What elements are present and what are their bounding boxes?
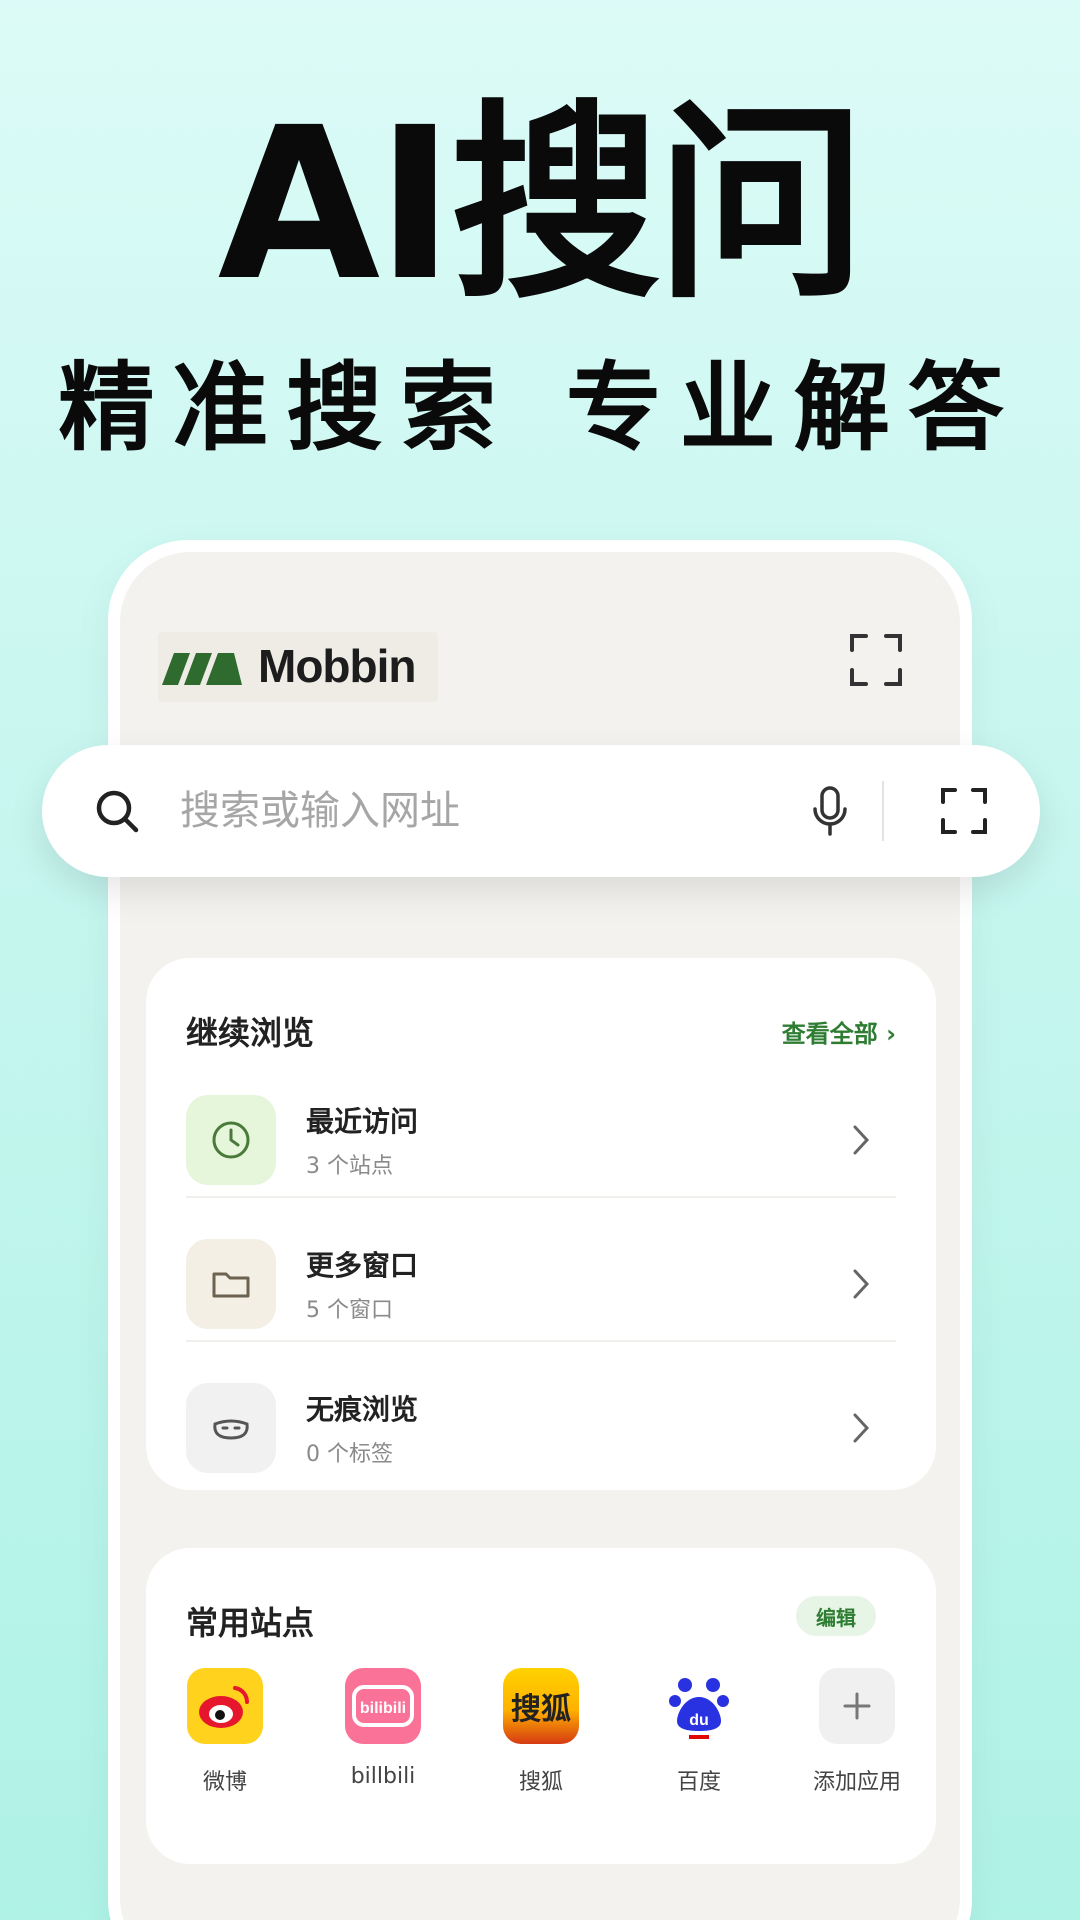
mic-icon[interactable]	[810, 785, 850, 837]
folder-icon	[212, 1272, 250, 1298]
view-all-link[interactable]: 查看全部 ›	[782, 1014, 896, 1049]
site-add[interactable]: 添加应用	[778, 1668, 936, 1796]
row-icon-bg	[186, 1095, 276, 1185]
baidu-icon: du	[661, 1668, 737, 1744]
site-label: 百度	[676, 1770, 721, 1795]
row-icon-bg	[186, 1383, 276, 1473]
plus-icon	[819, 1668, 895, 1744]
continue-browsing-card: 继续浏览 查看全部 › 最近访问 3 个站点 更多窗口 5 个窗口 无痕浏览 0…	[146, 958, 936, 1490]
site-bilibili[interactable]: bilibili billbili	[304, 1668, 462, 1796]
row-title: 最近访问	[306, 1105, 419, 1138]
site-label: 添加应用	[812, 1770, 901, 1795]
section-title: 常用站点	[186, 1604, 315, 1642]
hero-title: AI搜问	[217, 82, 867, 327]
frequent-sites-card: 常用站点 编辑 微博 bilibili billbili 搜狐 搜狐 du 百度…	[146, 1548, 936, 1864]
sohu-icon-text: 搜狐	[511, 1692, 571, 1727]
row-subtitle: 0 个标签	[306, 1442, 393, 1467]
edit-button[interactable]: 编辑	[796, 1596, 876, 1636]
app-logo: Mobbin	[158, 632, 438, 702]
scan-icon[interactable]	[848, 632, 904, 688]
weibo-icon	[187, 1668, 263, 1744]
scan-icon[interactable]	[940, 787, 988, 835]
section-title: 继续浏览	[186, 1014, 315, 1052]
clock-icon	[212, 1121, 250, 1159]
search-input[interactable]	[180, 788, 778, 834]
site-label: 微博	[202, 1770, 247, 1795]
search-bar[interactable]	[42, 745, 1040, 877]
site-grid: 微博 bilibili billbili 搜狐 搜狐 du 百度 添加应用	[146, 1668, 936, 1796]
search-icon	[96, 790, 139, 833]
hero-subtitle: 精准搜索 专业解答	[58, 352, 1022, 464]
list-item-windows[interactable]: 更多窗口 5 个窗口	[186, 1212, 896, 1356]
site-label: billbili	[350, 1764, 416, 1789]
sohu-icon: 搜狐	[503, 1668, 579, 1744]
site-label: 搜狐	[518, 1770, 563, 1795]
site-weibo[interactable]: 微博	[146, 1668, 304, 1796]
divider	[186, 1340, 896, 1342]
list-item-recent[interactable]: 最近访问 3 个站点	[186, 1068, 896, 1212]
chevron-right-icon	[853, 1269, 870, 1299]
site-sohu[interactable]: 搜狐 搜狐	[462, 1668, 620, 1796]
list-item-incognito[interactable]: 无痕浏览 0 个标签	[186, 1356, 896, 1500]
mobbin-logo-icon	[162, 653, 242, 685]
row-subtitle: 5 个窗口	[306, 1298, 393, 1323]
row-title: 无痕浏览	[306, 1393, 419, 1426]
chevron-right-icon	[853, 1413, 870, 1443]
bilibili-icon: bilibili	[345, 1668, 421, 1744]
row-icon-bg	[186, 1239, 276, 1329]
divider	[186, 1196, 896, 1198]
row-subtitle: 3 个站点	[306, 1154, 393, 1179]
bilibili-icon-text: bilibili	[360, 1700, 406, 1717]
mask-icon	[213, 1419, 249, 1440]
search-divider	[882, 781, 884, 841]
site-baidu[interactable]: du 百度	[620, 1668, 778, 1796]
logo-text: Mobbin	[258, 640, 416, 692]
baidu-icon-text: du	[689, 1712, 709, 1729]
row-title: 更多窗口	[306, 1249, 419, 1282]
chevron-right-icon	[853, 1125, 870, 1155]
